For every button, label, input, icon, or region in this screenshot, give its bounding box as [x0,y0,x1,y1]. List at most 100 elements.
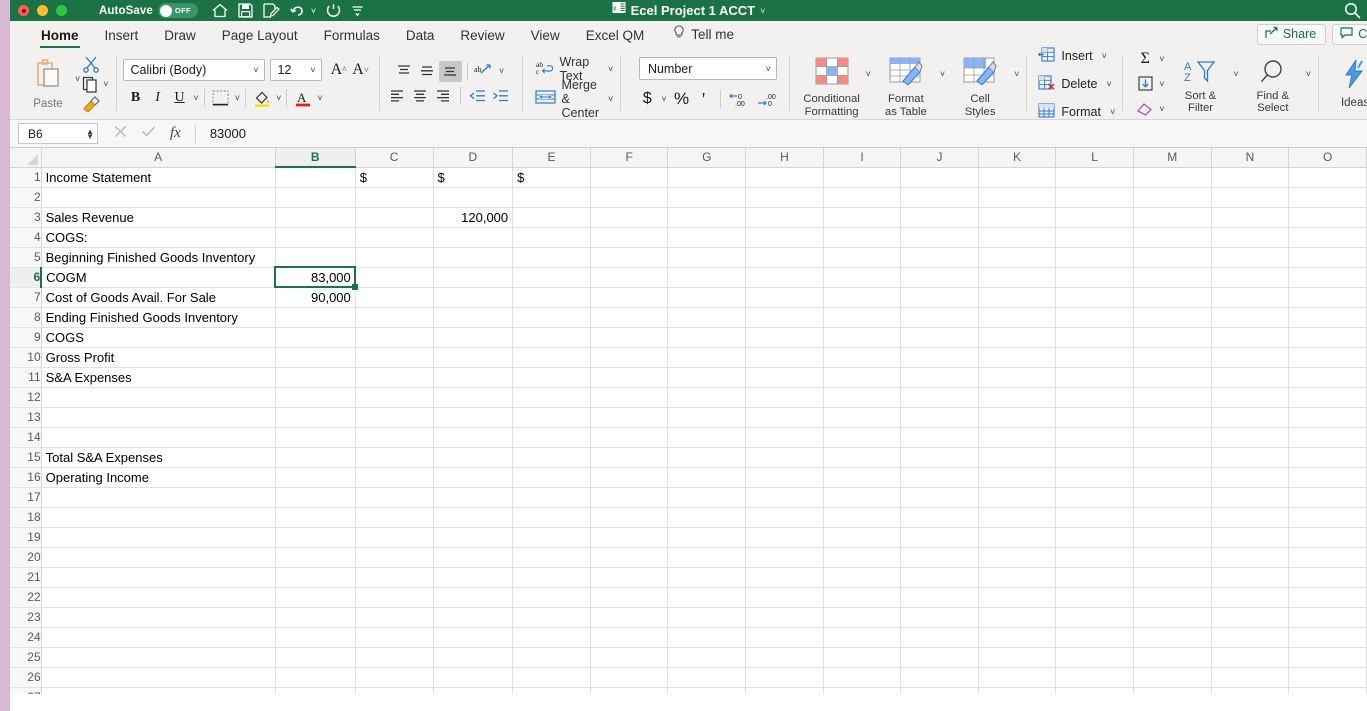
cell-B27[interactable] [275,687,356,694]
cell-I5[interactable] [823,247,902,268]
row-header-6[interactable]: 6 [10,267,43,288]
cell-B23[interactable] [275,607,356,628]
conditional-formatting-chevron-down-icon[interactable]: ˅ [866,69,871,79]
cell-L7[interactable] [1055,287,1134,308]
autosum-chevron-down-icon[interactable]: ˅ [1159,54,1164,64]
cell-C27[interactable] [355,687,434,694]
cell-A23[interactable] [41,607,276,628]
cell-D18[interactable] [433,507,514,528]
cell-D15[interactable] [433,447,514,468]
cell-G3[interactable] [667,207,747,228]
cell-D8[interactable] [433,307,514,328]
row-header-19[interactable]: 19 [10,527,42,548]
cell-E27[interactable] [512,687,591,694]
cell-D3[interactable]: 120,000 [433,207,514,228]
cell-O8[interactable] [1288,307,1367,328]
cell-J1[interactable] [900,167,979,188]
cell-E17[interactable] [512,487,591,508]
cell-I4[interactable] [823,227,902,248]
underline-chevron-down-icon[interactable]: ˅ [194,93,199,103]
cell-D12[interactable] [433,387,514,408]
cell-C4[interactable] [355,227,434,248]
cell-F8[interactable] [590,307,669,328]
row-header-12[interactable]: 12 [10,387,42,408]
cell-F14[interactable] [590,427,669,448]
sort-filter-button[interactable]: AZ Sort & Filter [1171,59,1231,115]
cell-G23[interactable] [667,607,747,628]
row-header-10[interactable]: 10 [10,347,42,368]
cell-L10[interactable] [1055,347,1134,368]
cell-L14[interactable] [1055,427,1134,448]
cell-J20[interactable] [900,547,979,568]
font-color-chevron-down-icon[interactable]: ˅ [317,93,322,103]
cell-J9[interactable] [900,327,979,348]
underline-button[interactable]: U [169,87,191,109]
cell-M15[interactable] [1133,447,1212,468]
customize-toolbar-icon[interactable] [351,4,364,17]
cell-J16[interactable] [900,467,979,488]
cell-K22[interactable] [978,587,1057,608]
row-header-9[interactable]: 9 [10,327,42,348]
column-header-b[interactable]: B [275,148,356,168]
cell-G2[interactable] [667,187,747,208]
cell-L5[interactable] [1055,247,1134,268]
cell-O12[interactable] [1288,387,1367,408]
cell-E16[interactable] [512,467,591,488]
cell-J7[interactable] [900,287,979,308]
cell-E18[interactable] [512,507,591,528]
tab-home[interactable]: Home [28,28,92,48]
cell-L12[interactable] [1055,387,1134,408]
cell-K1[interactable] [978,167,1057,188]
cell-A17[interactable] [41,487,276,508]
cell-K17[interactable] [978,487,1057,508]
column-header-i[interactable]: I [823,148,902,168]
cell-G21[interactable] [667,567,747,588]
orientation-chevron-down-icon[interactable]: ˅ [499,66,504,76]
cell-N2[interactable] [1211,187,1290,208]
cell-N17[interactable] [1211,487,1290,508]
find-select-chevron-down-icon[interactable]: ˅ [1306,69,1311,79]
cell-L1[interactable] [1055,167,1134,188]
conditional-formatting-button[interactable]: Conditional Formatting [801,57,863,118]
confirm-edit-icon[interactable] [141,125,156,143]
cell-O6[interactable] [1288,267,1367,288]
cell-L26[interactable] [1055,667,1134,688]
cell-N22[interactable] [1211,587,1290,608]
cell-D21[interactable] [433,567,514,588]
tab-page-layout[interactable]: Page Layout [209,28,311,48]
cell-E2[interactable] [512,187,591,208]
cell-G6[interactable] [667,267,747,288]
cell-A4[interactable]: COGS: [41,227,276,248]
cell-I16[interactable] [823,467,902,488]
cell-H2[interactable] [745,187,824,208]
format-as-table-chevron-down-icon[interactable]: ˅ [940,69,945,79]
cell-F7[interactable] [590,287,669,308]
cell-J27[interactable] [900,687,979,694]
row-header-24[interactable]: 24 [10,627,42,648]
cell-B18[interactable] [275,507,356,528]
tell-me-button[interactable]: Tell me [657,25,744,48]
cell-I24[interactable] [823,627,902,648]
tab-draw[interactable]: Draw [151,28,209,48]
cell-F26[interactable] [590,667,669,688]
cell-G17[interactable] [667,487,747,508]
cell-O26[interactable] [1288,667,1367,688]
tab-insert[interactable]: Insert [92,28,152,48]
column-header-n[interactable]: N [1211,148,1290,168]
cell-E23[interactable] [512,607,591,628]
currency-chevron-down-icon[interactable]: ˅ [661,94,666,104]
number-format-select[interactable]: Number ˅ [638,57,777,80]
cell-I10[interactable] [823,347,902,368]
cell-B10[interactable] [275,347,356,368]
cell-M21[interactable] [1133,567,1212,588]
cell-B1[interactable] [275,167,356,188]
tab-data[interactable]: Data [393,28,448,48]
delete-chevron-down-icon[interactable]: ˅ [1107,79,1112,89]
cell-C21[interactable] [355,567,434,588]
cell-L4[interactable] [1055,227,1134,248]
cell-E5[interactable] [512,247,591,268]
copy-chevron-down-icon[interactable]: ˅ [103,79,108,89]
cell-N24[interactable] [1211,627,1290,648]
cell-F1[interactable] [590,167,669,188]
cell-M18[interactable] [1133,507,1212,528]
